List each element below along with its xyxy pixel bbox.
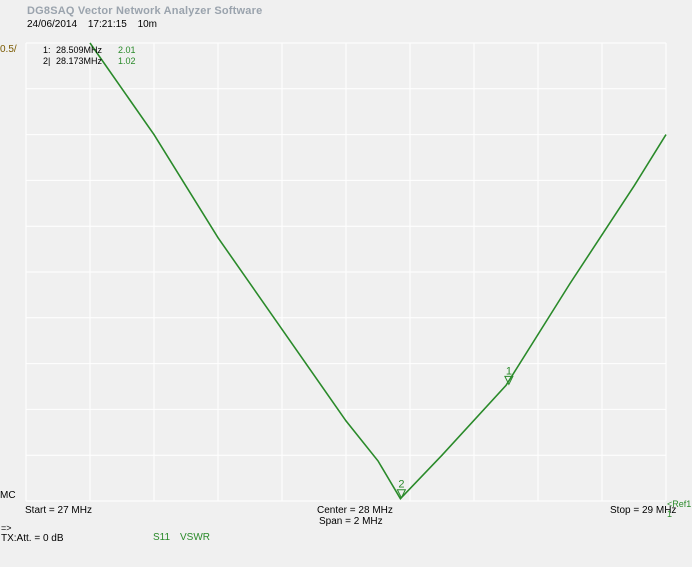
ref-label: <Ref1 xyxy=(667,499,692,509)
marker-1-id: 1: xyxy=(43,45,51,55)
center-freq-label: Center = 28 MHz xyxy=(317,505,393,516)
marker-2-freq: 28.173MHz xyxy=(56,56,103,66)
marker-2-label: 2 xyxy=(398,479,404,491)
ref-number: 1 xyxy=(667,509,673,519)
trace-param-label[interactable]: S11 xyxy=(153,532,170,543)
marker-1-label: 1 xyxy=(506,365,512,377)
trace-format-label[interactable]: VSWR xyxy=(180,532,210,543)
start-freq-label: Start = 27 MHz xyxy=(25,505,92,516)
arrow-indicator: => xyxy=(1,523,12,533)
marker-2-id: 2| xyxy=(43,56,51,66)
plot-area[interactable]: 12 xyxy=(0,0,692,567)
marker-1-value: 2.01 xyxy=(118,45,136,55)
vna-window: { "header": { "app_title": "DG8SAQ Vecto… xyxy=(0,0,692,567)
ref-indicator: <Ref1 1 xyxy=(667,499,691,519)
scale-top-label: 0.5/ xyxy=(0,44,17,55)
scale-bottom-label: MC xyxy=(0,490,16,501)
tx-attenuation: TX:Att. = 0 dB xyxy=(1,533,64,544)
marker-2-value: 1.02 xyxy=(118,56,136,66)
marker-1-freq: 28.509MHz xyxy=(56,45,103,55)
span-label: Span = 2 MHz xyxy=(319,516,383,527)
